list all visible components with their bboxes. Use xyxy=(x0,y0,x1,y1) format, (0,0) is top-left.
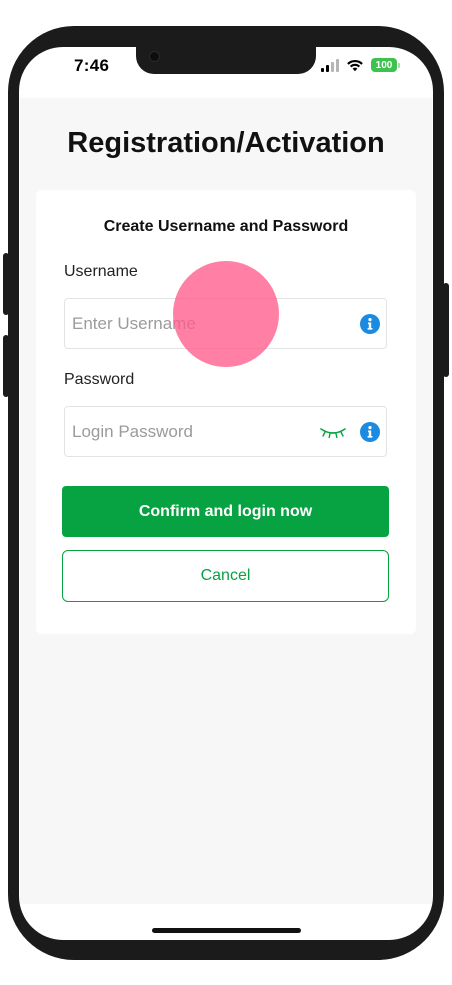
info-icon[interactable] xyxy=(360,314,380,334)
form-heading: Create Username and Password xyxy=(103,218,349,235)
cancel-button[interactable]: Cancel xyxy=(62,550,389,602)
password-input[interactable] xyxy=(72,407,312,456)
status-time: 7:46 xyxy=(74,56,110,75)
username-field[interactable] xyxy=(64,298,387,349)
home-indicator[interactable] xyxy=(152,928,301,933)
username-label: Username xyxy=(64,263,138,280)
eye-closed-icon[interactable] xyxy=(320,426,346,438)
battery-tip xyxy=(398,62,400,68)
page-title: Registration/Activation xyxy=(67,127,385,159)
battery-level: 100 xyxy=(375,59,393,71)
battery-icon: 100 xyxy=(371,58,397,72)
password-field[interactable] xyxy=(64,406,387,457)
phone-side-button-lower-left xyxy=(3,335,9,397)
phone-side-button-upper-left xyxy=(3,253,9,315)
info-icon[interactable] xyxy=(360,422,380,442)
phone-side-button-right xyxy=(443,283,449,377)
password-label: Password xyxy=(64,371,135,388)
wifi-icon xyxy=(347,59,363,72)
confirm-login-button[interactable]: Confirm and login now xyxy=(62,486,389,537)
username-input[interactable] xyxy=(72,299,312,348)
status-icons: 100 xyxy=(321,58,400,72)
front-camera xyxy=(150,52,159,61)
signal-icon xyxy=(321,58,339,72)
notch xyxy=(136,47,316,74)
